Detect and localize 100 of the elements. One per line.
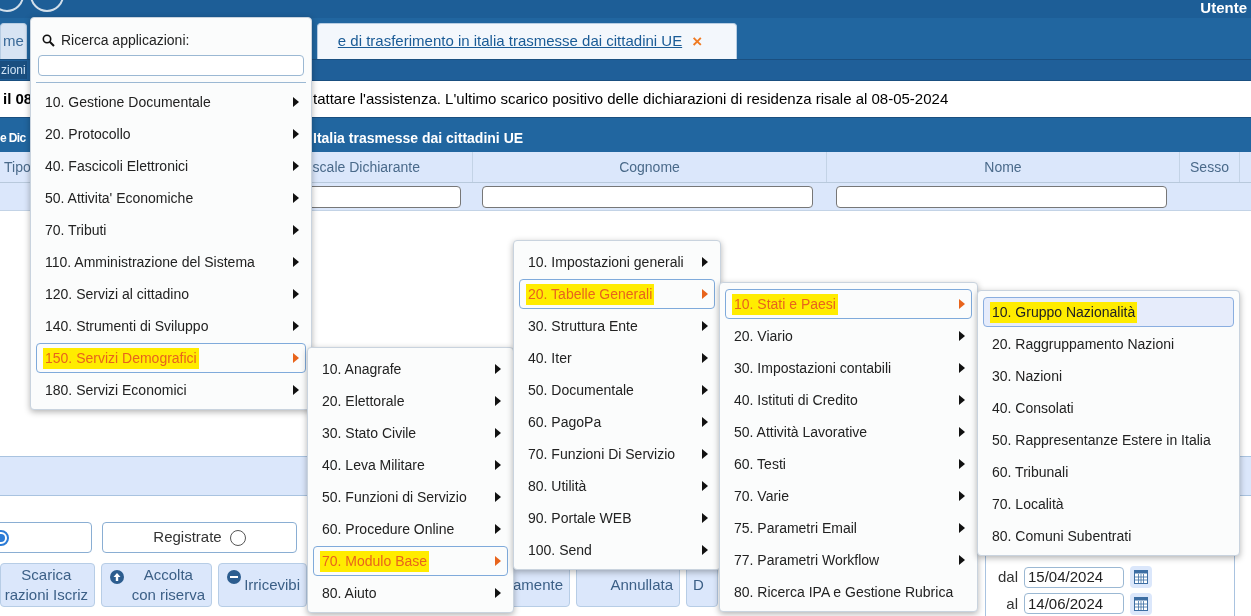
menu-item[interactable]: 80. Utilità	[519, 471, 715, 501]
submenu-arrow-icon	[293, 385, 299, 395]
submenu-arrow-icon	[702, 321, 708, 331]
menu-item[interactable]: 50. Attività Lavorative	[725, 417, 972, 447]
tab[interactable]: me	[0, 23, 27, 59]
menu-item[interactable]: 40. Istituti di Credito	[725, 385, 972, 415]
menu-item[interactable]: 30. Impostazioni contabili	[725, 353, 972, 383]
column-header[interactable]: Tipo	[0, 152, 30, 182]
arrow-up-icon	[110, 570, 124, 584]
submenu-arrow-icon	[495, 556, 501, 566]
menu-item[interactable]: 180. Servizi Economici	[36, 375, 306, 405]
calendar-icon[interactable]	[1130, 566, 1152, 589]
menu-item[interactable]: 10. Impostazioni generali	[519, 247, 715, 277]
menu-item[interactable]: 50. Funzioni di Servizio	[313, 482, 508, 512]
menu-item[interactable]: 40. Consolati	[983, 393, 1234, 423]
menu-item[interactable]: 10. Anagrafe	[313, 354, 508, 384]
submenu-arrow-icon	[495, 524, 501, 534]
menu-item[interactable]: 20. Raggruppamento Nazioni	[983, 329, 1234, 359]
filter-field[interactable]	[482, 185, 813, 208]
menu-item[interactable]: 80. Comuni Subentrati	[983, 521, 1234, 551]
submenu-arrow-icon	[293, 97, 299, 107]
menu-item[interactable]: 40. Leva Militare	[313, 450, 508, 480]
column-header[interactable]: Nome	[827, 152, 1180, 182]
radio-option[interactable]: Registrate	[102, 522, 297, 553]
menu-item[interactable]: 30. Nazioni	[983, 361, 1234, 391]
menu-item[interactable]: 10. Gestione Documentale	[36, 87, 306, 117]
menu-item[interactable]: 100. Send	[519, 535, 715, 565]
submenu-arrow-icon	[293, 225, 299, 235]
menu-item[interactable]: 10. Gruppo Nazionalità	[983, 297, 1234, 327]
radio-option[interactable]	[0, 522, 92, 553]
action-button[interactable]: Irricevibi	[218, 563, 307, 607]
search-icon	[42, 34, 55, 47]
breadcrumb[interactable]: zioni	[0, 61, 27, 79]
action-button[interactable]: Scarica razioni Iscriz	[0, 563, 95, 607]
search-label: Ricerca applicazioni:	[61, 31, 190, 50]
submenu-arrow-icon	[702, 257, 708, 267]
submenu-arrow-icon	[495, 492, 501, 502]
panel-title: e Dic	[0, 130, 27, 147]
menu-item[interactable]: 75. Parametri Email	[725, 513, 972, 543]
menu-item[interactable]: 50. Rappresentanze Estere in Italia	[983, 425, 1234, 455]
menu-item[interactable]: 20. Protocollo	[36, 119, 306, 149]
submenu-arrow-icon	[293, 257, 299, 267]
menu-item[interactable]: 20. Viario	[725, 321, 972, 351]
submenu-arrow-icon	[495, 364, 501, 374]
submenu-arrow-icon	[702, 417, 708, 427]
date-label: al	[1005, 593, 1018, 614]
panel-title: Italia trasmesse dai cittadini UE	[313, 128, 524, 148]
submenu-arrow-icon	[959, 555, 965, 565]
date-field[interactable]: 15/04/2024	[1024, 566, 1124, 588]
menu-item[interactable]: 70. Funzioni Di Servizio	[519, 439, 715, 469]
submenu-arrow-icon	[495, 460, 501, 470]
menu-item[interactable]: 80. Ricerca IPA e Gestione Rubrica	[725, 577, 972, 607]
column-header[interactable]: Sesso	[1180, 152, 1240, 182]
submenu-arrow-icon	[495, 588, 501, 598]
menu-item[interactable]: 30. Stato Civile	[313, 418, 508, 448]
search-field[interactable]	[38, 55, 304, 76]
submenu-arrow-icon	[959, 299, 965, 309]
menu-item[interactable]: 90. Portale WEB	[519, 503, 715, 533]
menu-item[interactable]: 120. Servizi al cittadino	[36, 279, 306, 309]
minus-icon	[227, 570, 241, 584]
menu-item[interactable]: 77. Parametri Workflow	[725, 545, 972, 575]
submenu-arrow-icon	[702, 289, 708, 299]
filter-field[interactable]	[836, 185, 1167, 208]
submenu-arrow-icon	[959, 331, 965, 341]
submenu-arrow-icon	[702, 481, 708, 491]
submenu-arrow-icon	[959, 395, 965, 405]
message-text: tattare l'assistenza. L'ultimo scarico positivo delle dichiarazioni di residenza risale al 08-05-2024	[313, 88, 949, 109]
submenu-arrow-icon	[293, 193, 299, 203]
submenu-arrow-icon	[702, 513, 708, 523]
action-button[interactable]: Accolta con riserva	[101, 563, 212, 607]
menu-item[interactable]: 70. Località	[983, 489, 1234, 519]
user-label[interactable]: Utente	[1200, 0, 1247, 16]
menu-item[interactable]: 60. Procedure Online	[313, 514, 508, 544]
menu-item[interactable]: 20. Elettorale	[313, 386, 508, 416]
menu-item[interactable]: 140. Strumenti di Sviluppo	[36, 311, 306, 341]
submenu-arrow-icon	[495, 428, 501, 438]
submenu-arrow-icon	[959, 427, 965, 437]
submenu-arrow-icon	[702, 449, 708, 459]
submenu-arrow-icon	[702, 545, 708, 555]
submenu-arrow-icon	[293, 353, 299, 363]
submenu-arrow-icon	[702, 385, 708, 395]
menu-item[interactable]: 70. Varie	[725, 481, 972, 511]
calendar-icon[interactable]	[1130, 592, 1152, 615]
menu-item[interactable]: 110. Amministrazione del Sistema	[36, 247, 306, 277]
submenu-arrow-icon	[293, 321, 299, 331]
date-label: dal	[996, 567, 1018, 587]
menu-item[interactable]: 60. PagoPa	[519, 407, 715, 437]
menu-item[interactable]: 40. Fascicoli Elettronici	[36, 151, 306, 181]
menu-item[interactable]: 60. Tribunali	[983, 457, 1234, 487]
menu-item[interactable]: 60. Testi	[725, 449, 972, 479]
menu-item[interactable]: 30. Struttura Ente	[519, 311, 715, 341]
submenu-arrow-icon	[959, 459, 965, 469]
menu-item[interactable]: 70. Tributi	[36, 215, 306, 245]
date-field[interactable]: 14/06/2024	[1024, 593, 1124, 615]
submenu-arrow-icon	[293, 289, 299, 299]
submenu-arrow-icon	[293, 129, 299, 139]
menu-item[interactable]: 50. Documentale	[519, 375, 715, 405]
column-header[interactable]: Cognome	[473, 152, 827, 182]
tab[interactable]: e di trasferimento in italia trasmesse dai cittadini UE ×	[316, 23, 737, 59]
menu-item[interactable]: 40. Iter	[519, 343, 715, 373]
